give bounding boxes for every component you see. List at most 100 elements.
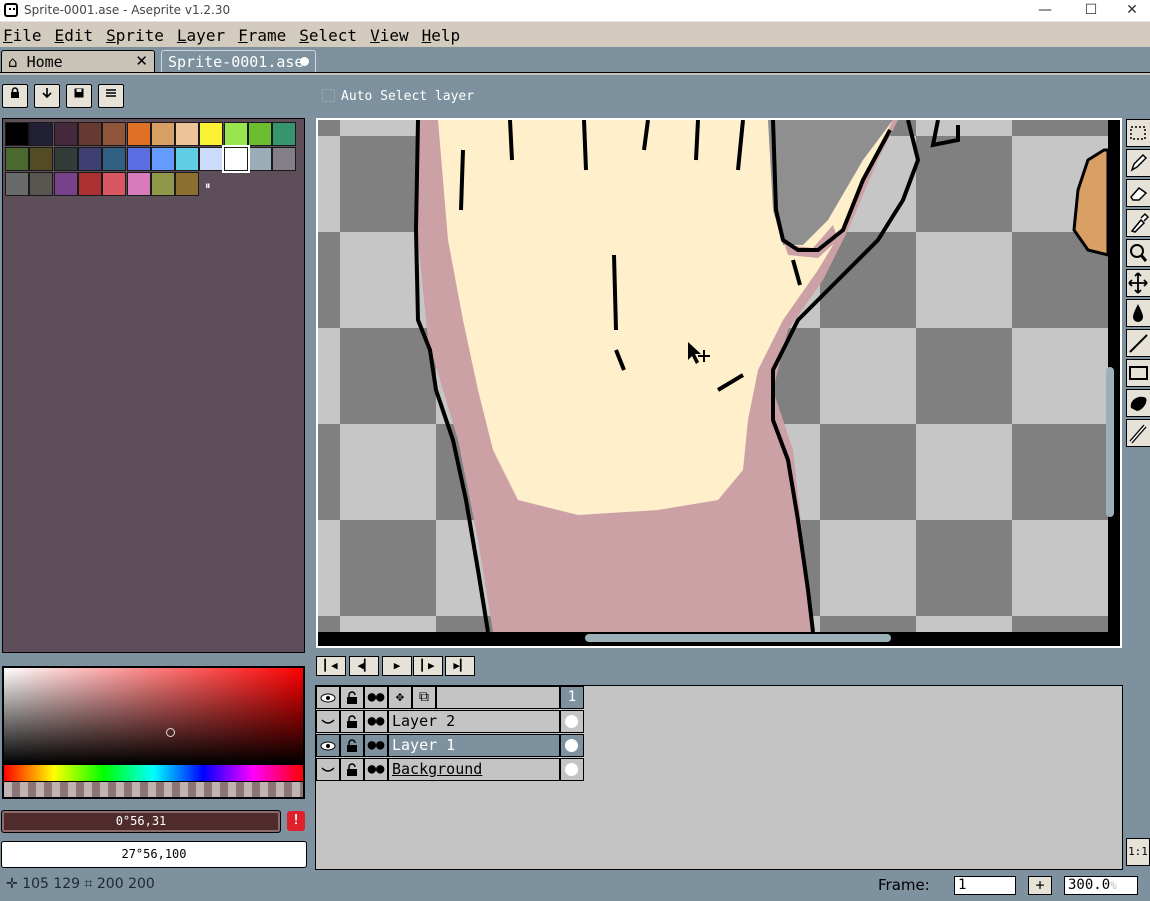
layer-cel[interactable] — [560, 758, 584, 781]
palette-swatch[interactable] — [126, 147, 151, 171]
palette-swatch[interactable] — [29, 122, 54, 146]
eye-closed-icon[interactable] — [316, 710, 340, 733]
vertical-scrollbar[interactable] — [1106, 367, 1114, 517]
layer-name[interactable]: Layer 2 — [388, 710, 560, 733]
continuous-icon[interactable]: ●● — [364, 758, 388, 781]
hue-slider[interactable] — [4, 765, 303, 781]
sprite-editor[interactable] — [316, 118, 1122, 648]
palette-swatch[interactable] — [5, 147, 29, 171]
menu-sprite[interactable]: Sprite — [103, 22, 164, 47]
palette-swatch[interactable] — [150, 122, 175, 146]
horizontal-scrollbar[interactable] — [585, 634, 891, 642]
play-button[interactable]: ▶ — [382, 656, 412, 676]
layer-name[interactable]: Layer 1 — [388, 734, 560, 757]
zoom-input[interactable]: 300.0% — [1064, 876, 1138, 895]
layer-row[interactable]: ●● Layer 1 — [316, 734, 584, 757]
sort-icon[interactable] — [34, 84, 60, 108]
auto-select-checkbox[interactable] — [322, 89, 335, 102]
layer-row[interactable]: ●● Background — [316, 758, 584, 781]
eye-closed-icon[interactable] — [316, 758, 340, 781]
close-tab-icon[interactable]: ✕ — [135, 52, 148, 70]
padlock-icon[interactable] — [340, 710, 364, 733]
palette-swatch[interactable] — [248, 122, 272, 146]
zoom-tool[interactable] — [1126, 239, 1150, 267]
menu-view[interactable]: View — [367, 22, 409, 47]
palette-swatch[interactable] — [29, 147, 54, 171]
modified-dot-icon[interactable] — [300, 57, 309, 66]
close-button[interactable]: ✕ — [1114, 0, 1150, 22]
palette-swatch[interactable] — [150, 172, 175, 196]
picker-cursor[interactable] — [166, 728, 175, 737]
options-icon[interactable] — [98, 84, 124, 108]
auto-select-layer-option[interactable]: Auto Select layer — [322, 89, 474, 104]
palette-swatch[interactable] — [175, 122, 200, 146]
eraser-tool[interactable] — [1126, 179, 1150, 207]
menu-edit[interactable]: Edit — [52, 22, 94, 47]
palette-swatch[interactable] — [126, 122, 151, 146]
layer-options-icon[interactable]: ✥ — [388, 686, 412, 709]
palette-swatch[interactable] — [53, 147, 78, 171]
save-icon[interactable] — [66, 84, 92, 108]
palette-swatch[interactable] — [53, 172, 78, 196]
rectangle-tool[interactable] — [1126, 359, 1150, 387]
palette-swatch[interactable] — [102, 172, 127, 196]
layer-row[interactable]: ●● Layer 2 — [316, 710, 584, 733]
continuous-icon[interactable]: ●● — [364, 710, 388, 733]
maximize-button[interactable]: ☐ — [1068, 0, 1114, 22]
next-frame-button[interactable]: ▎▶ — [413, 656, 443, 676]
menu-file[interactable]: File — [0, 22, 42, 47]
minimize-button[interactable]: — — [1022, 0, 1068, 22]
sprite-canvas[interactable] — [318, 120, 1120, 646]
frame-input[interactable]: 1 — [954, 876, 1016, 895]
palette-swatch[interactable] — [77, 147, 102, 171]
padlock-icon[interactable] — [340, 686, 364, 709]
last-frame-button[interactable]: ▶▎ — [445, 656, 475, 676]
palette-swatch[interactable] — [53, 122, 78, 146]
pencil-tool[interactable] — [1126, 149, 1150, 177]
eyedropper-tool[interactable] — [1126, 209, 1150, 237]
palette-swatch[interactable] — [5, 122, 29, 146]
one-to-one-button[interactable]: 1:1 — [1126, 838, 1150, 866]
palette-swatch[interactable] — [272, 147, 297, 171]
palette-swatch[interactable] — [77, 172, 102, 196]
palette-swatch[interactable] — [102, 122, 127, 146]
background-color-field[interactable]: 27°56,100 — [1, 841, 307, 868]
palette-swatch[interactable] — [199, 147, 224, 171]
menu-select[interactable]: Select — [296, 22, 357, 47]
palette-swatch[interactable] — [175, 172, 200, 196]
eye-icon[interactable] — [316, 686, 340, 709]
onion-skin-icon[interactable]: ⧉ — [412, 686, 436, 709]
palette-swatch[interactable] — [29, 172, 54, 196]
contour-tool[interactable] — [1126, 389, 1150, 417]
layer-cel[interactable] — [560, 710, 584, 733]
frame-header-1[interactable]: 1 — [560, 686, 584, 709]
fill-tool[interactable] — [1126, 299, 1150, 327]
warning-icon[interactable]: ! — [287, 811, 305, 831]
foreground-color-field[interactable]: 0°56,31 — [1, 810, 281, 833]
alpha-slider[interactable] — [4, 782, 303, 797]
menu-help[interactable]: Help — [419, 22, 461, 47]
menu-frame[interactable]: Frame — [235, 22, 286, 47]
first-frame-button[interactable]: ▎◀ — [316, 656, 346, 676]
palette-swatch[interactable] — [77, 122, 102, 146]
padlock-icon[interactable] — [340, 758, 364, 781]
previous-frame-button[interactable]: ◀▎ — [349, 656, 379, 676]
tab-home[interactable]: ⌂ Home ✕ — [1, 50, 155, 72]
layer-name[interactable]: Background — [388, 758, 560, 781]
continuous-icon[interactable]: ●● — [364, 686, 388, 709]
lock-icon[interactable] — [2, 84, 28, 108]
palette-swatch[interactable] — [223, 122, 248, 146]
eye-icon[interactable] — [316, 734, 340, 757]
palette-swatch[interactable] — [5, 172, 29, 196]
marquee-tool[interactable] — [1126, 119, 1150, 147]
palette-swatch[interactable] — [272, 122, 297, 146]
new-frame-button[interactable]: + — [1028, 876, 1052, 895]
blur-tool[interactable] — [1126, 419, 1150, 447]
menu-layer[interactable]: Layer — [174, 22, 225, 47]
palette-swatch[interactable] — [248, 147, 272, 171]
move-tool[interactable] — [1126, 269, 1150, 297]
saturation-value-area[interactable] — [4, 668, 303, 764]
layer-cel[interactable] — [560, 734, 584, 757]
line-tool[interactable] — [1126, 329, 1150, 357]
tab-sprite[interactable]: Sprite-0001.ase — [161, 50, 316, 72]
